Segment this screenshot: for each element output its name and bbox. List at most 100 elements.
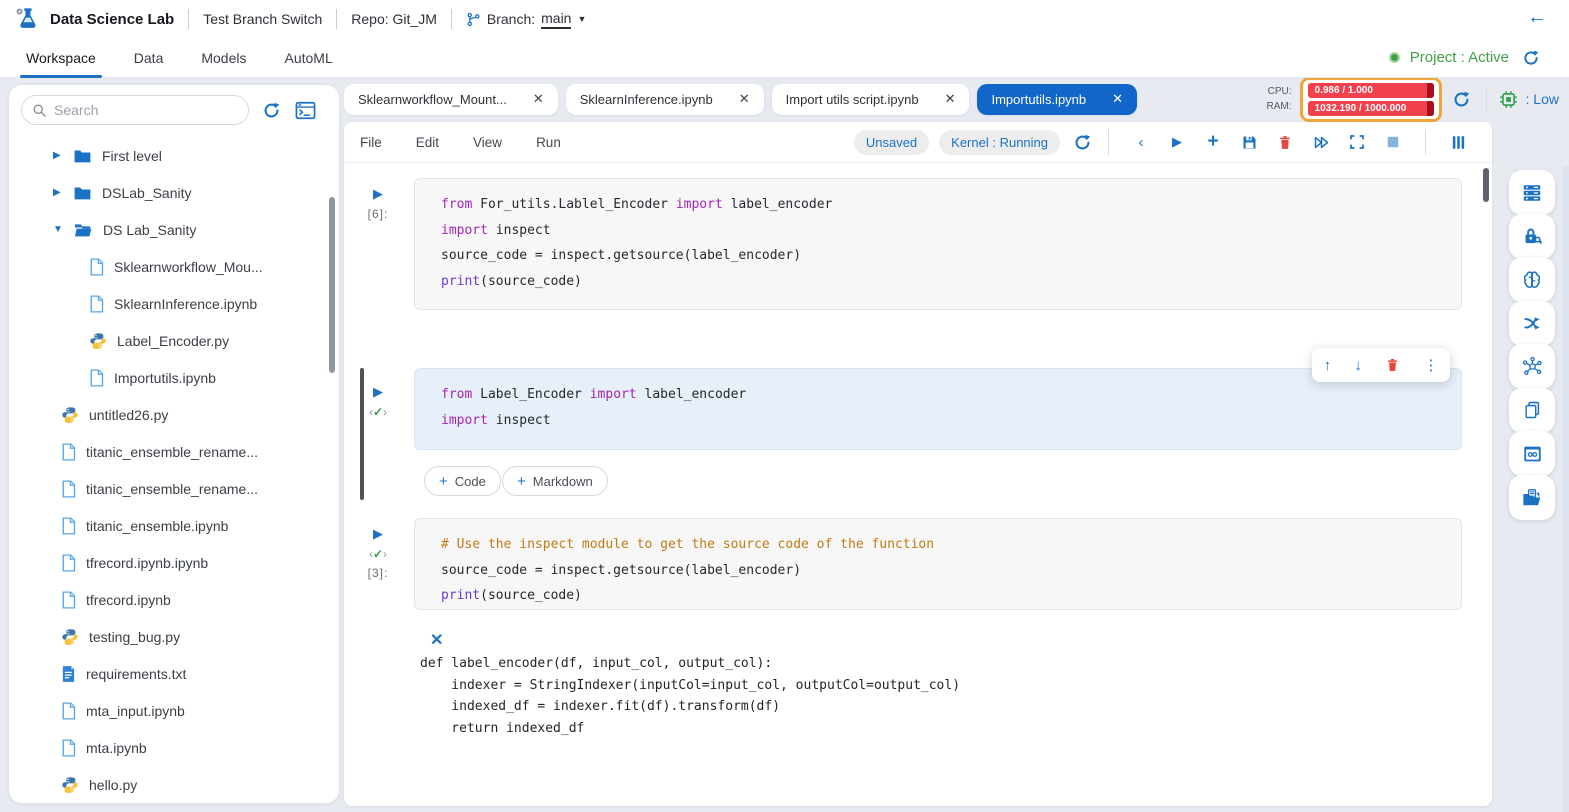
lock-key-icon bbox=[1522, 226, 1543, 247]
code-cell[interactable]: # Use the inspect module to get the sour… bbox=[414, 518, 1462, 610]
editor-tab[interactable]: Sklearnworkflow_Mount...✕ bbox=[344, 84, 558, 115]
caret-right-icon[interactable]: ▶ bbox=[53, 150, 63, 161]
tree-item[interactable]: titanic_ensemble_rename... bbox=[9, 470, 339, 507]
code-line: from Label_Encoder import label_encoder bbox=[441, 382, 1461, 408]
tree-item[interactable]: titanic_ensemble_rename... bbox=[9, 433, 339, 470]
refresh-resources-icon[interactable] bbox=[1450, 87, 1474, 111]
caret-down-icon[interactable]: ▼ bbox=[53, 224, 63, 235]
tree-item[interactable]: Sklearnworkflow_Mou... bbox=[9, 248, 339, 285]
add-code-label: Code bbox=[455, 474, 486, 489]
tree-item[interactable]: Label_Encoder.py bbox=[9, 322, 339, 359]
close-tab-icon[interactable]: ✕ bbox=[1112, 91, 1123, 107]
page-indicator: 1/1 bbox=[775, 10, 794, 26]
search-input[interactable] bbox=[54, 102, 214, 118]
tree-item-label: tfrecord.ipynb bbox=[86, 592, 171, 608]
file-tree: ▶First level▶DSLab_Sanity▼DS Lab_SanityS… bbox=[9, 129, 339, 803]
add-code-cell-button[interactable]: + Code bbox=[424, 466, 501, 496]
code-cell-selected[interactable]: from Label_Encoder import label_encoderi… bbox=[414, 368, 1462, 450]
chevron-left-icon[interactable]: ‹ bbox=[1123, 128, 1159, 156]
network-hub-button[interactable] bbox=[1509, 344, 1555, 389]
tree-item[interactable]: tfrecord.ipynb bbox=[9, 581, 339, 618]
sidebar-scrollbar[interactable] bbox=[329, 197, 335, 373]
unsaved-badge: Unsaved bbox=[854, 130, 929, 155]
add-markdown-label: Markdown bbox=[533, 474, 593, 489]
menu-file[interactable]: File bbox=[360, 135, 382, 150]
tree-item[interactable]: testing_bug.py bbox=[9, 618, 339, 655]
output-line: def label_encoder(df, input_col, output_… bbox=[420, 653, 1452, 675]
editor-tab[interactable]: SklearnInference.ipynb ✕ bbox=[566, 84, 764, 115]
run-cell-icon[interactable]: ▶ bbox=[1159, 128, 1195, 156]
terminal-panel-icon[interactable] bbox=[293, 98, 317, 122]
repo-label: Repo: Git_JM bbox=[351, 11, 437, 27]
notebook-scrollbar[interactable] bbox=[1483, 168, 1489, 202]
caret-right-icon[interactable]: ▶ bbox=[53, 187, 63, 198]
run-all-icon[interactable] bbox=[1303, 128, 1339, 156]
app-logo-flask-icon bbox=[14, 6, 40, 32]
branch-selector[interactable]: Branch: main ▼ bbox=[466, 10, 587, 29]
refresh-kernel-icon[interactable] bbox=[1070, 130, 1094, 154]
ml-brain-button[interactable] bbox=[1509, 257, 1555, 302]
code-cell[interactable]: from For_utils.Lablel_Encoder import lab… bbox=[414, 178, 1462, 310]
move-cell-down-icon[interactable]: ↓ bbox=[1354, 357, 1362, 374]
tree-item[interactable]: ▶ DSLab_Sanity bbox=[9, 174, 339, 211]
run-cell-icon[interactable]: ▶ bbox=[373, 384, 383, 400]
project-name: Test Branch Switch bbox=[203, 11, 322, 27]
open-folder-button[interactable] bbox=[1509, 475, 1555, 520]
nav-tab-models[interactable]: Models bbox=[201, 38, 246, 78]
run-cell-icon[interactable]: ▶ bbox=[373, 186, 383, 202]
tab-label: SklearnInference.ipynb bbox=[580, 92, 713, 107]
shuffle-icon bbox=[1522, 314, 1543, 333]
code-line: import inspect bbox=[441, 408, 1461, 434]
editor-tab[interactable]: Importutils.ipynb✕ bbox=[977, 84, 1137, 115]
shuffle-button[interactable] bbox=[1509, 301, 1555, 346]
tree-item[interactable]: mta.ipynb bbox=[9, 729, 339, 766]
menu-view[interactable]: View bbox=[473, 135, 502, 150]
back-arrow-icon[interactable]: ← bbox=[1527, 6, 1547, 29]
tree-item-label: DSLab_Sanity bbox=[102, 185, 192, 201]
clear-output-icon[interactable]: ✕ bbox=[430, 630, 443, 650]
nav-tab-data[interactable]: Data bbox=[134, 38, 164, 78]
cpu-label: CPU: bbox=[1267, 86, 1292, 97]
more-options-icon[interactable]: ⋮ bbox=[1423, 356, 1438, 374]
close-tab-icon[interactable]: ✕ bbox=[739, 91, 750, 107]
tree-item[interactable]: requirements.txt bbox=[9, 655, 339, 692]
move-cell-up-icon[interactable]: ↑ bbox=[1324, 357, 1332, 374]
tree-item[interactable]: hello.py bbox=[9, 766, 339, 803]
tree-item[interactable]: titanic_ensemble.ipynb bbox=[9, 507, 339, 544]
delete-cell-icon[interactable] bbox=[1385, 357, 1400, 373]
cell-gutter: ▶ [6]: bbox=[358, 186, 398, 221]
editor-tab[interactable]: Import utils script.ipynb✕ bbox=[772, 84, 970, 115]
server-rack-button[interactable] bbox=[1509, 170, 1555, 215]
search-box[interactable] bbox=[21, 95, 249, 125]
copy-pages-button[interactable] bbox=[1509, 388, 1555, 433]
add-markdown-cell-button[interactable]: + Markdown bbox=[502, 466, 608, 496]
close-tab-icon[interactable]: ✕ bbox=[533, 91, 544, 107]
add-cell-icon[interactable]: + bbox=[1195, 128, 1231, 156]
menu-edit[interactable]: Edit bbox=[416, 135, 439, 150]
save-icon[interactable] bbox=[1231, 128, 1267, 156]
columns-layout-icon[interactable] bbox=[1440, 128, 1476, 156]
git-branch-icon bbox=[466, 11, 481, 28]
fullscreen-icon[interactable] bbox=[1339, 128, 1375, 156]
close-tab-icon[interactable]: ✕ bbox=[945, 91, 956, 107]
output-line: return indexed_df bbox=[420, 718, 1452, 740]
tree-item[interactable]: ▼DS Lab_Sanity bbox=[9, 211, 339, 248]
tree-item[interactable]: SklearnInference.ipynb bbox=[9, 285, 339, 322]
tree-item[interactable]: mta_input.ipynb bbox=[9, 692, 339, 729]
tree-item[interactable]: ▶First level bbox=[9, 137, 339, 174]
nav-tab-automl[interactable]: AutoML bbox=[285, 38, 333, 78]
tree-item[interactable]: tfrecord.ipynb.ipynb bbox=[9, 544, 339, 581]
refresh-files-icon[interactable] bbox=[259, 98, 283, 122]
tree-item[interactable]: Importutils.ipynb bbox=[9, 359, 339, 396]
refresh-project-icon[interactable] bbox=[1519, 46, 1543, 70]
delete-cell-icon[interactable] bbox=[1267, 128, 1303, 156]
status-dot-icon bbox=[1389, 52, 1400, 63]
linked-window-button[interactable] bbox=[1509, 431, 1555, 476]
nav-tab-workspace[interactable]: Workspace bbox=[26, 38, 96, 78]
stop-kernel-icon[interactable] bbox=[1375, 128, 1411, 156]
run-cell-icon[interactable]: ▶ bbox=[373, 526, 383, 542]
file-icon bbox=[89, 295, 104, 313]
tree-item[interactable]: untitled26.py bbox=[9, 396, 339, 433]
lock-key-button[interactable] bbox=[1509, 214, 1555, 259]
menu-run[interactable]: Run bbox=[536, 135, 561, 150]
